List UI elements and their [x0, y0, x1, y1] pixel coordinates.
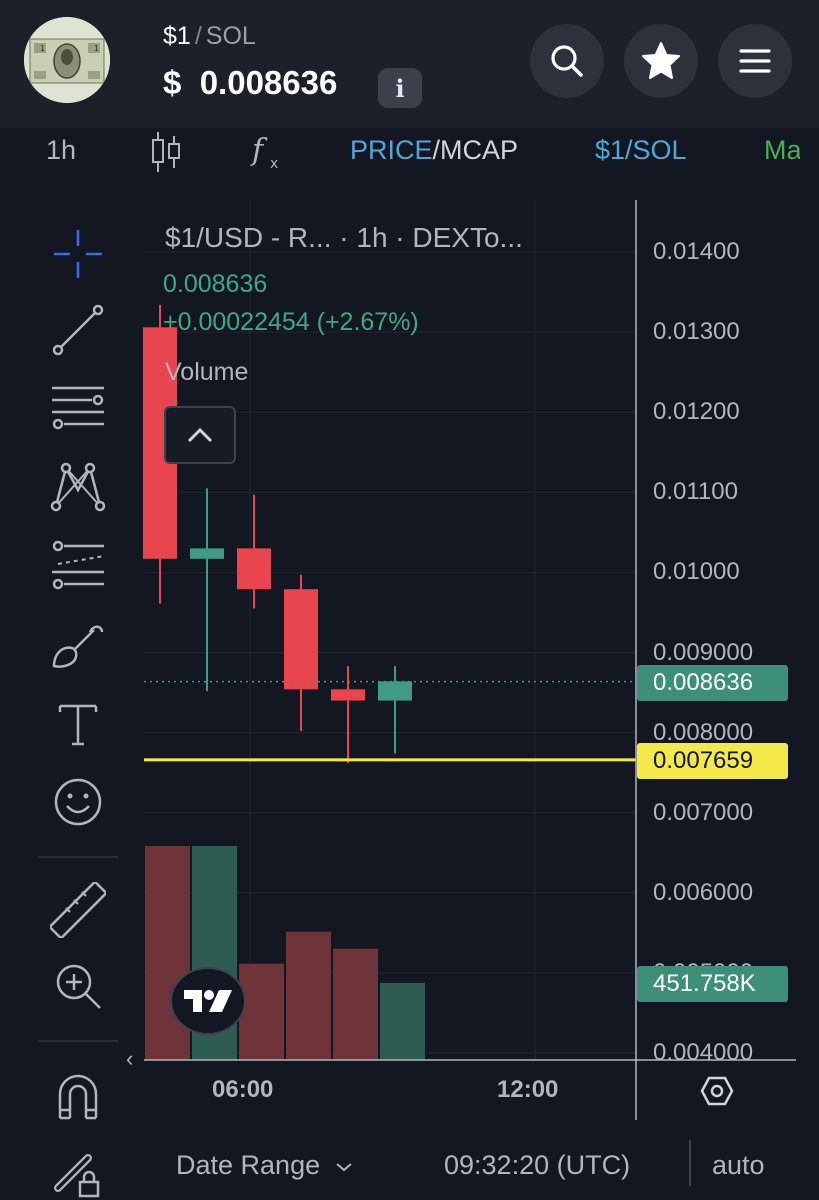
price-tick-label: 0.01300	[653, 318, 740, 346]
auto-scale-toggle[interactable]: auto	[712, 1150, 765, 1181]
legend-collapse-button[interactable]	[164, 406, 236, 464]
price-tick-label: 0.007000	[653, 798, 754, 826]
price-tick-label: 0.009000	[653, 638, 754, 666]
price-tick-label: 0.006000	[653, 878, 754, 906]
volume-bar	[145, 846, 190, 1060]
chevron-up-icon	[187, 427, 213, 443]
price-tick-label: 0.01200	[653, 398, 740, 426]
date-range-label: Date Range	[176, 1150, 321, 1180]
date-range-selector[interactable]: Date Range	[176, 1150, 354, 1181]
price-tick-label: 0.004000	[653, 1039, 754, 1066]
price-chart[interactable]	[0, 0, 819, 1200]
scroll-left-arrow[interactable]: ‹	[126, 1046, 133, 1072]
volume-bar	[333, 948, 378, 1060]
price-tick-label: 0.01000	[653, 558, 740, 586]
time-tick-label: 12:00	[497, 1076, 559, 1103]
legend-volume-label[interactable]: Volume	[165, 358, 248, 387]
tradingview-logo-icon	[184, 990, 232, 1012]
utc-clock[interactable]: 09:32:20 (UTC)	[444, 1150, 630, 1181]
legend-change: +0.00022454 (+2.67%)	[163, 308, 419, 336]
volume-bar	[286, 931, 331, 1060]
volume-bar	[380, 982, 425, 1060]
time-tick-label: 06:00	[212, 1076, 274, 1103]
bottom-divider	[689, 1140, 691, 1186]
candle-body[interactable]	[331, 689, 365, 701]
chart-legend-title[interactable]: $1/USD - R... · 1h · DEXTo...	[165, 222, 523, 254]
chart-settings-button[interactable]	[700, 1074, 734, 1108]
candle-body[interactable]	[284, 589, 318, 690]
candle-body[interactable]	[378, 681, 412, 701]
legend-price: 0.008636	[163, 270, 268, 298]
tradingview-logo[interactable]	[170, 967, 246, 1035]
volume-bar	[239, 963, 284, 1060]
price-tick-label: 0.01400	[653, 238, 740, 265]
price-tick-label: 0.01100	[653, 478, 738, 506]
volume-badge: 451.758K	[637, 966, 788, 1002]
candle-body[interactable]	[237, 548, 271, 590]
candle-body[interactable]	[190, 548, 224, 559]
last-price-badge: 0.008636	[637, 665, 788, 701]
alert-price-badge[interactable]: 0.007659	[637, 743, 788, 779]
chevron-down-icon	[335, 1163, 352, 1172]
hexagon-settings-icon	[700, 1076, 734, 1106]
